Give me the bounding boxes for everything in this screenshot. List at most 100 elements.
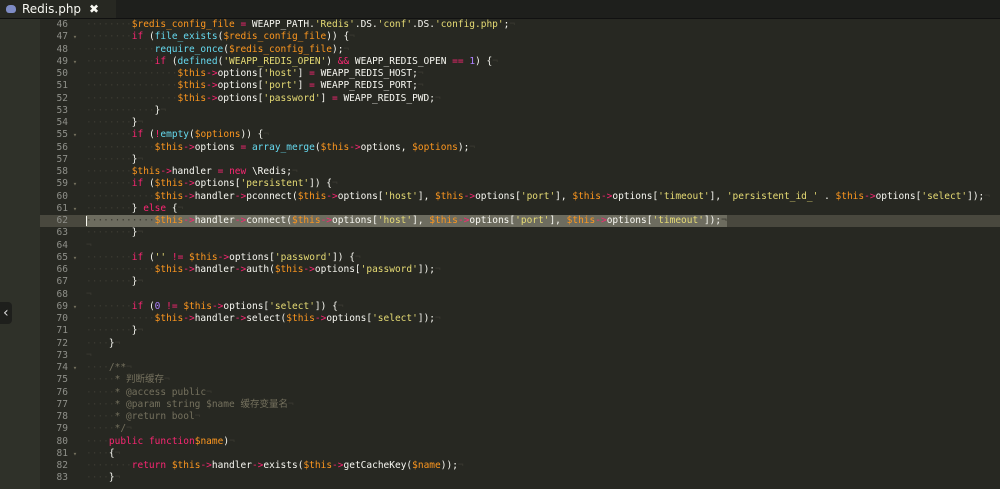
code-line[interactable]: 69 ▾ ········if (0 != $this->options['sele… [40, 301, 1000, 313]
fold-arrow-icon[interactable]: ▾ [71, 301, 79, 313]
code-line[interactable]: 79 ·····*/¬ [40, 423, 1000, 435]
code-token: options [194, 141, 241, 153]
code-text: ¬ [86, 240, 92, 252]
code-line[interactable]: 75 ·····* 判断缓存¬ [40, 374, 1000, 386]
line-number: 57 [56, 153, 68, 165]
code-token: options[ [223, 300, 270, 312]
code-line[interactable]: 83 ····}¬ [40, 472, 1000, 484]
close-icon[interactable]: ✖ [89, 2, 99, 16]
code-line[interactable]: 70 ············$this->handler->select($th… [40, 313, 1000, 325]
code-token: $this [286, 313, 315, 324]
code-token: -> [463, 190, 476, 202]
code-token: -> [160, 166, 172, 177]
code-token: 'password' [263, 92, 321, 104]
code-line[interactable]: 68 ¬ [40, 289, 1000, 301]
code-token: new [229, 166, 247, 177]
code-token: options[ [217, 68, 264, 79]
code-token: 'Redis' [314, 19, 355, 30]
code-line[interactable]: 57 ········}¬ [40, 154, 1000, 166]
code-text: ············require_once($redis_config_f… [86, 44, 349, 56]
code-token: * @param string $name 缓存变量名 [114, 398, 288, 410]
fold-arrow-icon[interactable]: ▾ [71, 129, 79, 141]
code-editor[interactable]: 46 ········$redis_config_file = WEAPP_PAT… [0, 19, 1000, 489]
code-token: $this [435, 190, 464, 202]
code-token: $this [154, 178, 184, 190]
code-token: options[ [314, 264, 361, 275]
code-line[interactable]: 63 ········}¬ [40, 227, 1000, 239]
code-line[interactable]: 72 ····}¬ [40, 338, 1000, 350]
code-token: -> [251, 460, 264, 471]
code-line[interactable]: 78 ·····* @return bool¬ [40, 411, 1000, 423]
code-token: public [108, 435, 144, 447]
code-token: $options [194, 129, 241, 141]
code-line[interactable]: 74 ▾ ····/**¬ [40, 362, 1000, 374]
code-line[interactable]: 49 ▾ ············if (defined('WEAPP_REDIS_… [40, 56, 1000, 68]
code-line[interactable]: 80 ····public function$name)¬ [40, 436, 1000, 448]
fold-arrow-icon[interactable]: ▾ [71, 448, 79, 460]
code-token: $this [177, 68, 207, 79]
code-line[interactable]: 47 ▾ ········if (file_exists($redis_config… [40, 31, 1000, 43]
code-line[interactable]: 82 ········return $this->handler->exists(… [40, 460, 1000, 472]
line-number: 80 [56, 435, 68, 447]
code-token: $this [154, 141, 184, 153]
fold-arrow-icon[interactable]: ▾ [71, 362, 79, 374]
code-token: WEAPP_REDIS_HOST; [314, 68, 418, 79]
code-line[interactable]: 48 ············require_once($redis_config… [40, 44, 1000, 56]
code-token: getCacheKey( [343, 460, 413, 471]
code-line[interactable]: 53 ············}¬ [40, 105, 1000, 117]
tab-redis-php[interactable]: Redis.php ✖ [0, 0, 116, 18]
code-line[interactable]: 52 ················$this->options['passwo… [40, 93, 1000, 105]
fold-arrow-icon[interactable]: ▾ [71, 178, 79, 190]
fold-arrow-icon[interactable]: ▾ [71, 252, 79, 264]
code-line[interactable]: 51 ················$this->options['port']… [40, 80, 1000, 92]
code-token: ¬ [86, 239, 92, 251]
code-token: } [131, 202, 144, 214]
line-number: 75 [56, 374, 68, 386]
code-line[interactable]: 71 ········}¬ [40, 325, 1000, 337]
code-line[interactable]: 73 ¬ [40, 350, 1000, 362]
code-line[interactable]: 77 ·····* @param string $name 缓存变量名¬ [40, 399, 1000, 411]
code-line[interactable]: 61 ▾ ········} else {¬ [40, 203, 1000, 215]
code-token: ]); [417, 264, 436, 275]
code-token: ········ [86, 166, 132, 177]
code-token: ···· [86, 362, 109, 373]
code-line[interactable]: 64 ¬ [40, 240, 1000, 252]
code-text: ········return $this->handler->exists($t… [86, 460, 464, 472]
fold-arrow-icon[interactable]: ▾ [71, 56, 79, 68]
code-token: ¬ [137, 153, 144, 165]
fold-arrow-icon[interactable]: ▾ [71, 203, 79, 215]
code-token: options[ [606, 215, 653, 226]
code-token: ········ [86, 153, 132, 165]
code-line[interactable]: 67 ········}¬ [40, 276, 1000, 288]
code-token: $this [835, 190, 865, 202]
code-line[interactable]: 66 ············$this->handler->auth($this… [40, 264, 1000, 276]
line-number: 49 [56, 55, 68, 67]
code-line[interactable]: 81 ▾ ····{¬ [40, 448, 1000, 460]
code-token: ¬ [229, 435, 235, 447]
code-line[interactable]: 62 ············$this->handler->connect($t… [40, 215, 1000, 228]
code-token: ¬ [287, 398, 294, 410]
fold-arrow-icon[interactable]: ▾ [71, 31, 79, 43]
code-line[interactable]: 65 ▾ ········if ('' != $this->options['pas… [40, 252, 1000, 264]
code-area[interactable]: 46 ········$redis_config_file = WEAPP_PAT… [40, 19, 1000, 489]
code-line[interactable]: 59 ▾ ········if ($this->options['persisten… [40, 178, 1000, 190]
code-line[interactable]: 56 ············$this->options = array_mer… [40, 142, 1000, 154]
code-line[interactable]: 76 ·····* @access public¬ [40, 387, 1000, 399]
code-line[interactable]: 58 ········$this->handler = new \Redis;¬ [40, 166, 1000, 178]
code-token: ¬ [417, 80, 424, 92]
code-line[interactable]: 50 ················$this->options['host']… [40, 68, 1000, 80]
code-text: ········}¬ [86, 276, 143, 288]
code-line[interactable]: 55 ▾ ········if (!empty($options)) {¬ [40, 129, 1000, 141]
code-token: -> [320, 215, 333, 226]
chevron-left-icon[interactable]: ‹ [0, 302, 12, 324]
code-text: ········}¬ [86, 154, 143, 166]
code-token: ¬ [434, 92, 441, 104]
code-token: -> [234, 190, 247, 202]
code-line[interactable]: 54 ········}¬ [40, 117, 1000, 129]
code-line[interactable]: 46 ········$redis_config_file = WEAPP_PAT… [40, 19, 1000, 31]
code-token: ¬ [114, 472, 121, 484]
code-line[interactable]: 60 ············$this->handler->pconnect($… [40, 191, 1000, 203]
code-token: ( [143, 129, 155, 141]
code-token: ············ [86, 264, 155, 275]
code-token: -> [314, 313, 327, 324]
